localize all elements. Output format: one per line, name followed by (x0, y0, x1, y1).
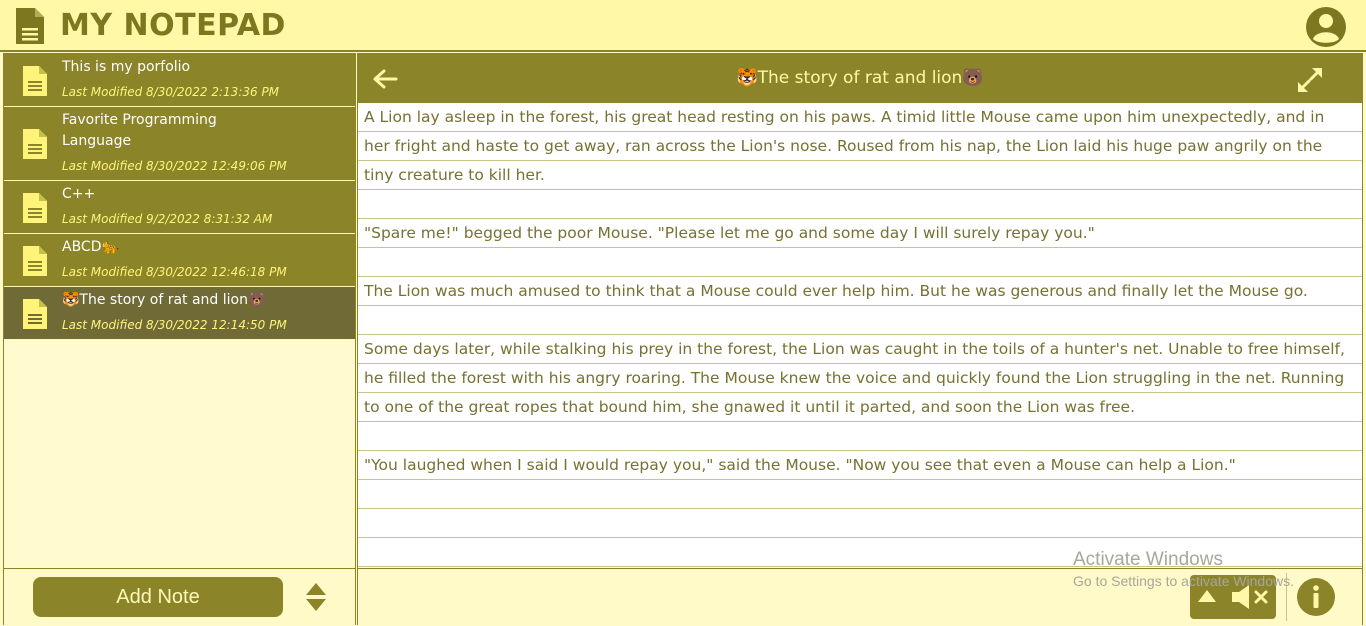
text-line[interactable] (358, 509, 1362, 538)
text-line[interactable] (358, 480, 1362, 509)
windows-activation-watermark: Activate Windows Go to Settings to activ… (1073, 548, 1294, 590)
text-line[interactable]: A Lion lay asleep in the forest, his gre… (358, 103, 1362, 132)
caret-up-icon (1198, 590, 1216, 602)
note-title: Favorite Programming Language (62, 112, 217, 149)
text-line[interactable] (358, 248, 1362, 277)
note-editor: 🐯The story of rat and lion🐻 A Lion lay a… (357, 53, 1363, 625)
info-icon[interactable] (1296, 577, 1336, 617)
editor-header: 🐯The story of rat and lion🐻 (358, 54, 1362, 103)
text-line[interactable]: The Lion was much amused to think that a… (358, 277, 1362, 306)
note-body-textarea[interactable]: A Lion lay asleep in the forest, his gre… (358, 103, 1362, 569)
note-title: 🐯The story of rat and lion🐻 (62, 292, 266, 308)
expand-icon[interactable] (1296, 66, 1324, 94)
app-title: MY NOTEPAD (60, 8, 286, 43)
note-title: C++ (62, 186, 96, 202)
document-icon (16, 8, 44, 44)
note-title: This is my porfolio (62, 59, 191, 75)
note-modified: Last Modified 8/30/2022 12:49:06 PM (62, 159, 287, 173)
text-line[interactable] (358, 190, 1362, 219)
note-modified: Last Modified 9/2/2022 8:31:32 AM (62, 212, 273, 226)
note-item-active[interactable]: 🐯The story of rat and lion🐻 Last Modifie… (4, 287, 355, 340)
sort-up-down-icon[interactable] (304, 582, 328, 612)
watermark-subtitle: Go to Settings to activate Windows. (1073, 573, 1294, 589)
note-file-icon (23, 299, 47, 329)
note-modified: Last Modified 8/30/2022 12:14:50 PM (62, 318, 287, 332)
note-title-heading[interactable]: 🐯The story of rat and lion🐻 (358, 66, 1362, 90)
sidebar-footer: Add Note (4, 568, 355, 625)
note-item[interactable]: ABCD🐆 Last Modified 8/30/2022 12:46:18 P… (4, 234, 355, 287)
note-item[interactable]: C++ Last Modified 9/2/2022 8:31:32 AM (4, 181, 355, 234)
note-file-icon (23, 246, 47, 276)
text-line[interactable]: "Spare me!" begged the poor Mouse. "Plea… (358, 219, 1362, 248)
text-line[interactable]: to one of the great ropes that bound him… (358, 393, 1362, 422)
add-note-button[interactable]: Add Note (33, 577, 283, 617)
top-bar: MY NOTEPAD (0, 0, 1366, 52)
note-file-icon (23, 66, 47, 96)
note-modified: Last Modified 8/30/2022 12:46:18 PM (62, 265, 287, 279)
text-line[interactable]: Some days later, while stalking his prey… (358, 335, 1362, 364)
note-file-icon (23, 129, 47, 159)
user-circle-icon[interactable] (1305, 6, 1347, 48)
text-line[interactable]: he filled the forest with his angry roar… (358, 364, 1362, 393)
note-item[interactable]: This is my porfolio Last Modified 8/30/2… (4, 54, 355, 107)
text-line[interactable]: her fright and haste to get away, ran ac… (358, 132, 1362, 161)
text-line[interactable] (358, 422, 1362, 451)
note-file-icon (23, 193, 47, 223)
note-modified: Last Modified 8/30/2022 2:13:36 PM (62, 85, 280, 99)
note-title: ABCD🐆 (62, 239, 119, 255)
text-line[interactable] (358, 306, 1362, 335)
notes-sidebar: This is my porfolio Last Modified 8/30/2… (3, 53, 356, 625)
note-item[interactable]: Favorite Programming Language Last Modif… (4, 107, 355, 181)
watermark-title: Activate Windows (1073, 549, 1223, 570)
text-line[interactable]: "You laughed when I said I would repay y… (358, 451, 1362, 480)
text-line[interactable]: tiny creature to kill her. (358, 161, 1362, 190)
